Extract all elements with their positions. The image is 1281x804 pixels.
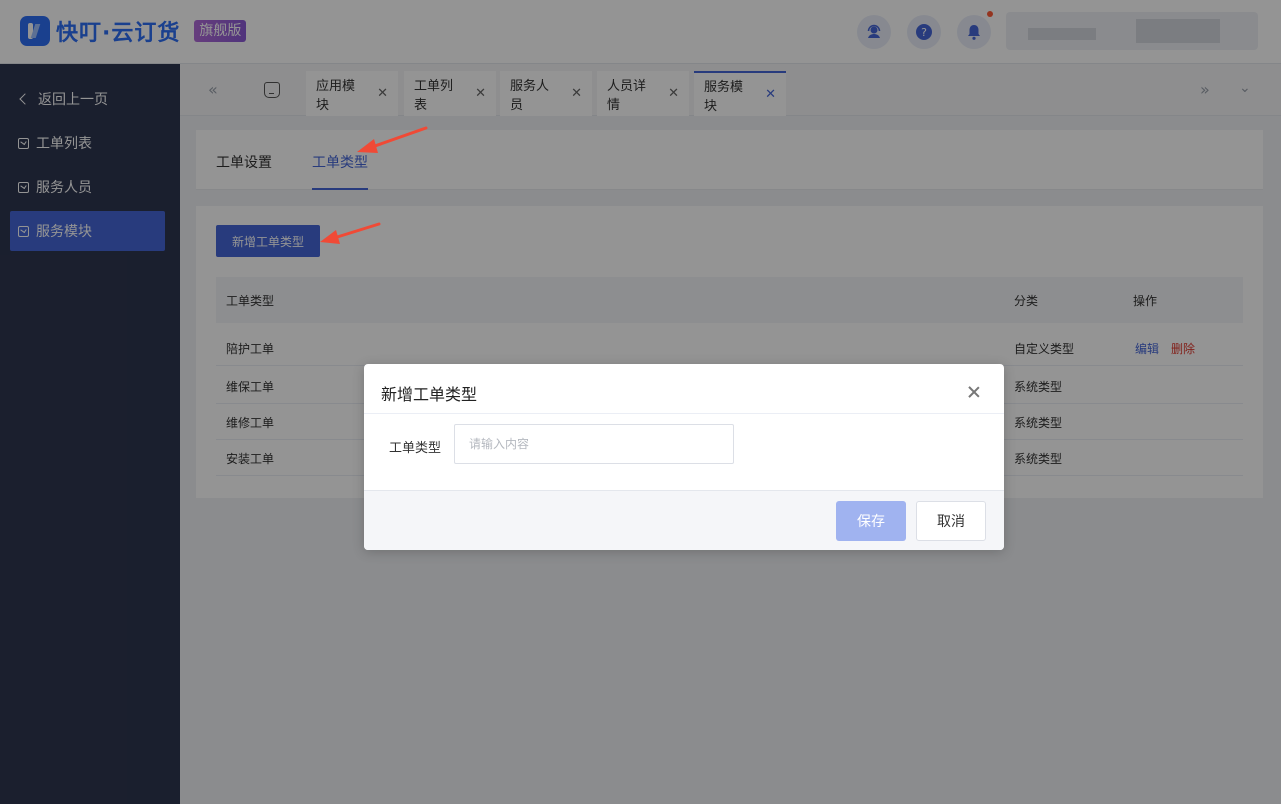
dialog-footer: 保存 取消 (364, 490, 1004, 550)
ticket-type-input[interactable] (454, 424, 734, 464)
ticket-type-label: 工单类型 (389, 441, 442, 456)
save-button[interactable]: 保存 (836, 501, 906, 541)
cancel-button[interactable]: 取消 (916, 501, 986, 541)
add-ticket-type-dialog: 新增工单类型 工单类型 保存 取消 (364, 364, 1004, 550)
dialog-title: 新增工单类型 (381, 385, 478, 404)
divider (364, 413, 1004, 414)
close-icon[interactable] (967, 385, 981, 399)
